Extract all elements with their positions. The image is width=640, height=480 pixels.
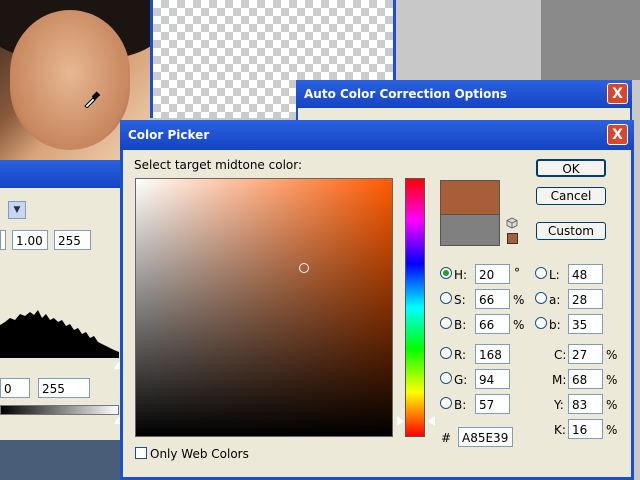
- c-label: C:: [554, 348, 567, 362]
- hex-label: #: [441, 431, 452, 445]
- prompt-label: Select target midtone color:: [134, 158, 303, 172]
- blue-radio[interactable]: [440, 397, 452, 409]
- gamut-cube-icon[interactable]: [506, 217, 518, 229]
- a-label: a:: [549, 293, 561, 307]
- c-unit: %: [606, 348, 618, 362]
- c-field[interactable]: 27: [568, 344, 603, 364]
- custom-button[interactable]: Custom: [536, 222, 606, 240]
- web-safe-swatch[interactable]: [507, 233, 518, 244]
- ok-button[interactable]: OK: [536, 159, 606, 177]
- y-label: Y:: [554, 398, 564, 412]
- r-radio[interactable]: [440, 347, 452, 359]
- y-unit: %: [606, 398, 618, 412]
- blue-field[interactable]: 57: [475, 394, 510, 414]
- s-field[interactable]: 66: [475, 289, 510, 309]
- lab-b-field[interactable]: 35: [568, 314, 603, 334]
- r-field[interactable]: 168: [475, 344, 510, 364]
- s-unit: %: [513, 293, 525, 307]
- only-web-colors-checkbox[interactable]: [135, 447, 147, 459]
- r-label: R:: [454, 348, 467, 362]
- photo-bottom: [0, 440, 125, 480]
- color-field[interactable]: [135, 178, 393, 437]
- a-radio[interactable]: [535, 292, 547, 304]
- input-gamma-field[interactable]: 1.00: [12, 230, 48, 250]
- lab-b-radio[interactable]: [535, 317, 547, 329]
- histogram: [0, 310, 119, 358]
- lab-b-label: b:: [549, 318, 561, 332]
- color-picker-close-button[interactable]: X: [607, 124, 628, 145]
- color-field-cursor[interactable]: [299, 263, 309, 273]
- a-field[interactable]: 28: [568, 289, 603, 309]
- hue-slider[interactable]: [405, 178, 425, 437]
- hue-slider-left-arrow-icon[interactable]: [397, 416, 404, 426]
- l-label: L:: [549, 268, 560, 282]
- only-web-colors-label: Only Web Colors: [150, 447, 249, 461]
- g-radio[interactable]: [440, 372, 452, 384]
- new-color-swatch: [440, 180, 500, 215]
- g-label: G:: [454, 373, 468, 387]
- b-label: B:: [454, 318, 467, 332]
- h-unit: °: [514, 266, 520, 280]
- current-color-swatch[interactable]: [440, 214, 500, 246]
- photo-face: [10, 10, 130, 150]
- y-field[interactable]: 83: [568, 394, 603, 414]
- k-field[interactable]: 16: [568, 419, 603, 439]
- cancel-button[interactable]: Cancel: [536, 187, 606, 205]
- l-field[interactable]: 48: [568, 264, 603, 284]
- output-gradient-bar: [0, 405, 119, 415]
- s-label: S:: [454, 293, 466, 307]
- auto-color-close-button[interactable]: X: [607, 83, 628, 104]
- channel-dropdown-chevron-icon[interactable]: ▼: [8, 201, 26, 219]
- workspace-background: [541, 0, 640, 80]
- g-field[interactable]: 94: [475, 369, 510, 389]
- b-radio[interactable]: [440, 317, 452, 329]
- eyedropper-icon: [84, 91, 101, 108]
- m-unit: %: [606, 373, 618, 387]
- color-picker-title: Color Picker: [120, 120, 634, 150]
- h-label: H:: [454, 268, 468, 282]
- k-label: K:: [554, 423, 566, 437]
- output-white-field[interactable]: 255: [38, 378, 90, 398]
- input-white-field[interactable]: 255: [54, 230, 91, 250]
- h-field[interactable]: 20: [475, 264, 510, 284]
- levels-titlebar: [0, 160, 125, 188]
- b-field[interactable]: 66: [475, 314, 510, 334]
- m-field[interactable]: 68: [568, 369, 603, 389]
- auto-color-title: Auto Color Correction Options: [296, 80, 632, 108]
- input-black-field[interactable]: [0, 230, 6, 250]
- k-unit: %: [606, 423, 618, 437]
- m-label: M:: [552, 373, 567, 387]
- b-unit: %: [513, 318, 525, 332]
- output-black-field[interactable]: 0: [0, 378, 30, 398]
- s-radio[interactable]: [440, 292, 452, 304]
- hue-slider-right-arrow-icon[interactable]: [428, 416, 435, 426]
- h-radio[interactable]: [440, 267, 452, 279]
- hex-field[interactable]: A85E39: [458, 427, 513, 447]
- blue-label: B:: [454, 398, 467, 412]
- l-radio[interactable]: [535, 267, 547, 279]
